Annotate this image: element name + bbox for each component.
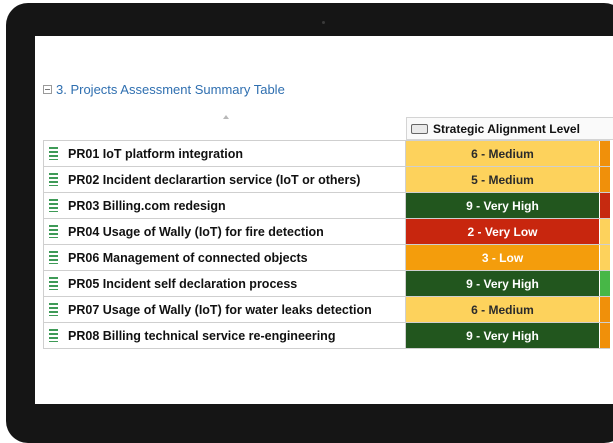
table-row[interactable]: PR05 Incident self declaration process 9… bbox=[43, 271, 610, 297]
section-title[interactable]: 3. Projects Assessment Summary Table bbox=[56, 82, 285, 97]
project-name[interactable]: PR03 Billing.com redesign bbox=[68, 199, 226, 213]
alignment-level-cell: 6 - Medium bbox=[406, 141, 600, 166]
project-name-cell[interactable]: PR02 Incident declarartion service (IoT … bbox=[43, 167, 406, 192]
project-name-cell[interactable]: PR04 Usage of Wally (IoT) for fire detec… bbox=[43, 219, 406, 244]
project-name-cell[interactable]: PR08 Billing technical service re-engine… bbox=[43, 323, 406, 348]
project-name-cell[interactable]: PR07 Usage of Wally (IoT) for water leak… bbox=[43, 297, 406, 322]
table-row[interactable]: PR06 Management of connected objects 3 -… bbox=[43, 245, 610, 271]
table-row[interactable]: PR07 Usage of Wally (IoT) for water leak… bbox=[43, 297, 610, 323]
alignment-level-cell: 6 - Medium bbox=[406, 297, 600, 322]
document-icon bbox=[49, 173, 58, 186]
project-name-cell[interactable]: PR05 Incident self declaration process bbox=[43, 271, 406, 296]
next-column-cell bbox=[600, 219, 610, 244]
document-icon bbox=[49, 199, 58, 212]
project-name[interactable]: PR04 Usage of Wally (IoT) for fire detec… bbox=[68, 225, 324, 239]
alignment-level-cell: 2 - Very Low bbox=[406, 219, 600, 244]
next-column-cell bbox=[600, 141, 610, 166]
document-icon bbox=[49, 225, 58, 238]
alignment-level-cell: 3 - Low bbox=[406, 245, 600, 270]
document-icon bbox=[49, 329, 58, 342]
camera-dot bbox=[322, 21, 325, 24]
next-column-cell bbox=[600, 271, 610, 296]
project-name[interactable]: PR08 Billing technical service re-engine… bbox=[68, 329, 335, 343]
project-name[interactable]: PR06 Management of connected objects bbox=[68, 251, 308, 265]
next-column-cell bbox=[600, 323, 610, 348]
project-name-cell[interactable]: PR06 Management of connected objects bbox=[43, 245, 406, 270]
alignment-level-cell: 9 - Very High bbox=[406, 193, 600, 218]
document-icon bbox=[49, 251, 58, 264]
table-row[interactable]: PR08 Billing technical service re-engine… bbox=[43, 323, 610, 349]
alignment-level-cell: 9 - Very High bbox=[406, 323, 600, 348]
next-column-cell bbox=[600, 297, 610, 322]
next-column-cell bbox=[600, 245, 610, 270]
column-header-strategic-alignment[interactable]: Strategic Alignment Level bbox=[406, 117, 613, 140]
project-name-cell[interactable]: PR01 IoT platform integration bbox=[43, 141, 406, 166]
collapse-icon[interactable] bbox=[43, 85, 52, 94]
table-row[interactable]: PR04 Usage of Wally (IoT) for fire detec… bbox=[43, 219, 610, 245]
document-icon bbox=[49, 303, 58, 316]
document-icon bbox=[49, 277, 58, 290]
project-name[interactable]: PR07 Usage of Wally (IoT) for water leak… bbox=[68, 303, 372, 317]
project-name[interactable]: PR05 Incident self declaration process bbox=[68, 277, 297, 291]
next-column-cell bbox=[600, 167, 610, 192]
column-header-label: Strategic Alignment Level bbox=[433, 121, 580, 136]
sort-ascending-icon[interactable] bbox=[223, 115, 229, 119]
table-row[interactable]: PR02 Incident declarartion service (IoT … bbox=[43, 167, 610, 193]
alignment-level-cell: 5 - Medium bbox=[406, 167, 600, 192]
table-row[interactable]: PR01 IoT platform integration 6 - Medium bbox=[43, 141, 610, 167]
document-icon bbox=[49, 147, 58, 160]
tablet-frame: 3. Projects Assessment Summary Table Str… bbox=[6, 3, 613, 443]
project-name[interactable]: PR01 IoT platform integration bbox=[68, 147, 243, 161]
project-name[interactable]: PR02 Incident declarartion service (IoT … bbox=[68, 173, 360, 187]
screen: 3. Projects Assessment Summary Table Str… bbox=[35, 36, 613, 404]
next-column-cell bbox=[600, 193, 610, 218]
section-header[interactable]: 3. Projects Assessment Summary Table bbox=[43, 82, 285, 97]
assessment-table: PR01 IoT platform integration 6 - Medium… bbox=[43, 140, 610, 349]
column-header-icon bbox=[411, 123, 428, 134]
alignment-level-cell: 9 - Very High bbox=[406, 271, 600, 296]
project-name-cell[interactable]: PR03 Billing.com redesign bbox=[43, 193, 406, 218]
table-row[interactable]: PR03 Billing.com redesign 9 - Very High bbox=[43, 193, 610, 219]
